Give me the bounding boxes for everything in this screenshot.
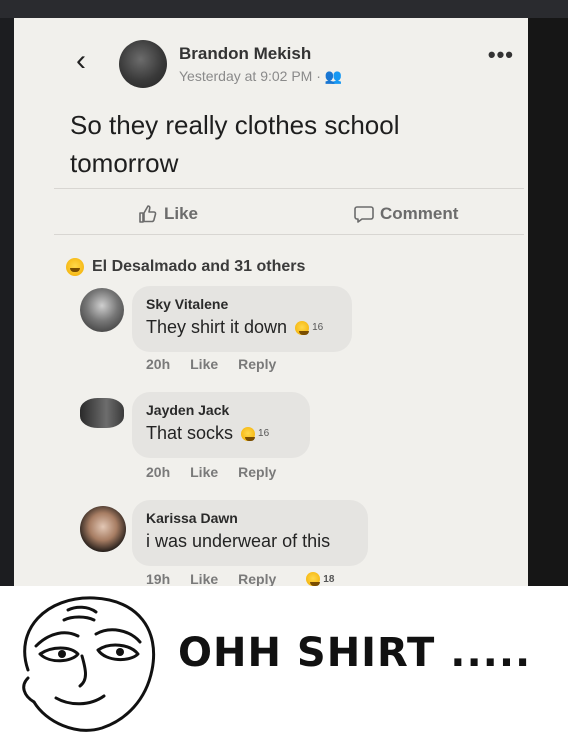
reaction-count-value: 16 bbox=[258, 428, 270, 439]
comment-text: i was underwear of this bbox=[146, 531, 331, 551]
comment-reply-link[interactable]: Reply bbox=[238, 356, 276, 372]
commenter-avatar[interactable] bbox=[80, 288, 124, 332]
comment-reply-link[interactable]: Reply bbox=[238, 571, 276, 586]
comment-text: That socks bbox=[146, 423, 234, 443]
thumbs-up-icon bbox=[139, 205, 157, 223]
comment-like-link[interactable]: Like bbox=[190, 464, 218, 480]
more-options-icon[interactable]: ••• bbox=[488, 42, 514, 68]
commenter-avatar[interactable] bbox=[80, 398, 124, 428]
meme-caption-panel: OHH SHIRT ..... bbox=[0, 586, 568, 739]
comment-like-link[interactable]: Like bbox=[190, 571, 218, 586]
comment-reply-link[interactable]: Reply bbox=[238, 464, 276, 480]
haha-reaction-icon bbox=[295, 320, 310, 335]
commenter-name[interactable]: Sky Vitalene bbox=[146, 296, 338, 312]
reaction-count[interactable]: 16 bbox=[295, 320, 324, 335]
comment-meta: 20h Like Reply bbox=[146, 356, 276, 372]
comment-meta: 19h Like Reply 18 bbox=[146, 571, 334, 586]
back-chevron-icon[interactable]: ‹ bbox=[76, 46, 86, 76]
comment-bubble: Karissa Dawn i was underwear of this bbox=[132, 500, 368, 566]
top-bar bbox=[0, 0, 568, 18]
author-name[interactable]: Brandon Mekish bbox=[179, 44, 311, 64]
haha-reaction-icon bbox=[241, 426, 256, 441]
like-label: Like bbox=[164, 204, 199, 223]
commenter-name[interactable]: Karissa Dawn bbox=[146, 510, 354, 526]
facebook-post: ‹ Brandon Mekish Yesterday at 9:02 PM · … bbox=[14, 18, 528, 586]
post-text: So they really clothes school tomorrow bbox=[70, 110, 400, 178]
comment-time: 20h bbox=[146, 464, 171, 480]
post-timestamp[interactable]: Yesterday at 9:02 PM · 👥 bbox=[179, 68, 342, 85]
comment-bubble-icon bbox=[354, 206, 374, 223]
comment-button[interactable]: Comment bbox=[354, 204, 458, 224]
comment-time: 19h bbox=[146, 571, 171, 586]
side-dark-bar bbox=[528, 18, 568, 586]
commenter-name[interactable]: Jayden Jack bbox=[146, 402, 296, 418]
comment-like-link[interactable]: Like bbox=[190, 356, 218, 372]
author-avatar[interactable] bbox=[119, 40, 167, 88]
reactions-summary[interactable]: El Desalmado and 31 others bbox=[66, 258, 305, 276]
haha-reaction-icon bbox=[306, 572, 321, 586]
comment-bubble: Jayden Jack That socks 16 bbox=[132, 392, 310, 458]
commenter-avatar[interactable] bbox=[80, 506, 126, 552]
comment-text: They shirt it down bbox=[146, 317, 288, 337]
comment-time: 20h bbox=[146, 356, 171, 372]
comment-meta: 20h Like Reply bbox=[146, 464, 276, 480]
reaction-count[interactable]: 18 bbox=[306, 571, 334, 586]
reactions-text: El Desalmado and 31 others bbox=[92, 258, 306, 275]
comment-bubble: Sky Vitalene They shirt it down 16 bbox=[132, 286, 352, 352]
reaction-count-value: 18 bbox=[323, 573, 335, 585]
rage-face-icon bbox=[22, 596, 156, 732]
reaction-count[interactable]: 16 bbox=[241, 426, 270, 441]
comment-label: Comment bbox=[380, 204, 459, 223]
divider bbox=[54, 188, 524, 189]
reaction-count-value: 16 bbox=[312, 322, 324, 333]
meme-caption: OHH SHIRT ..... bbox=[178, 630, 532, 676]
like-button[interactable]: Like bbox=[138, 204, 198, 224]
haha-reaction-icon bbox=[66, 258, 84, 276]
divider bbox=[54, 234, 524, 235]
